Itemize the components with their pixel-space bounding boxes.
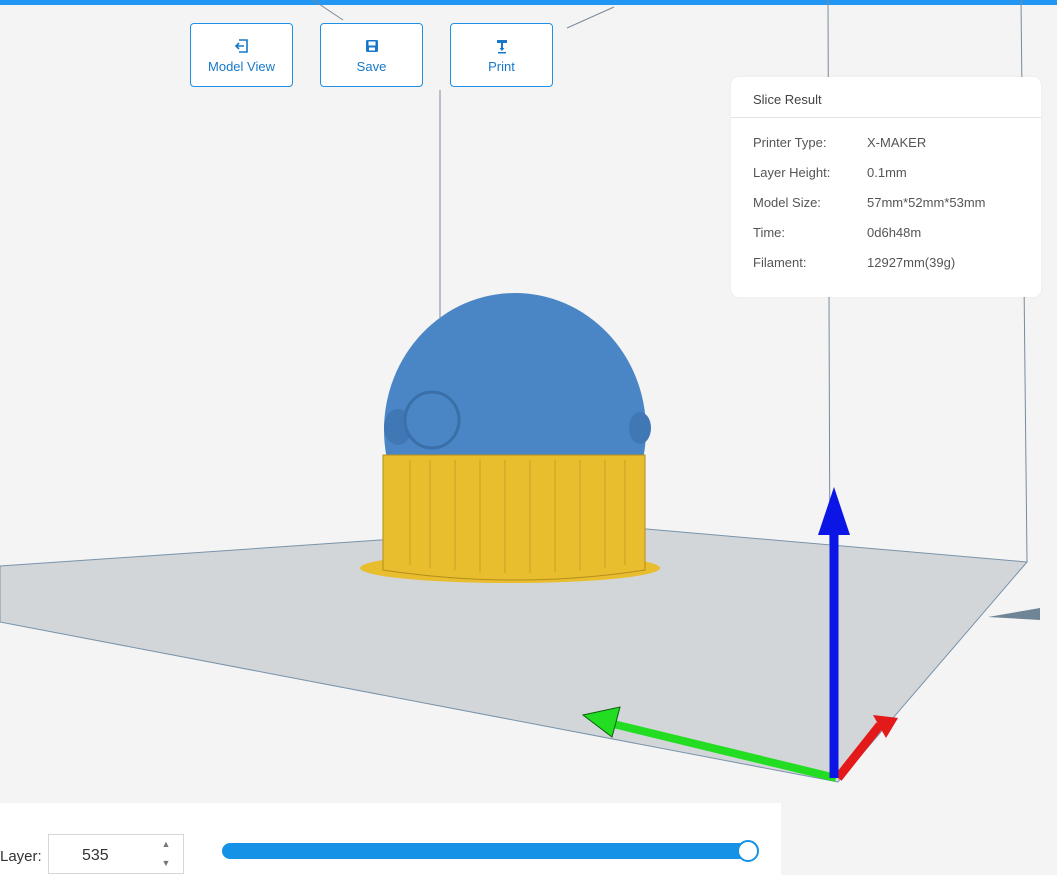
slice-row-label: Layer Height:: [753, 165, 831, 180]
slice-result-title: Slice Result: [753, 92, 822, 107]
slice-row-label: Time:: [753, 225, 786, 240]
chevron-down-icon: ▼: [161, 858, 171, 868]
layer-value[interactable]: 535: [82, 847, 109, 865]
chevron-up-icon: ▲: [161, 839, 171, 849]
layer-slider-track[interactable]: [222, 840, 759, 862]
layer-number-input[interactable]: 535 ▲ ▼: [48, 834, 184, 874]
slice-row-label: Filament:: [753, 255, 807, 270]
slice-result-divider: [731, 117, 1041, 118]
print-button[interactable]: Print: [450, 23, 553, 87]
print-icon: [496, 39, 507, 53]
model-view-label: Model View: [208, 58, 275, 74]
save-label: Save: [356, 58, 387, 74]
model-view-button[interactable]: Model View: [190, 23, 293, 87]
layer-increment-button[interactable]: ▲: [149, 835, 183, 853]
slice-row-value: 57mm*52mm*53mm: [867, 195, 986, 210]
slice-row-label: Model Size:: [753, 195, 821, 210]
save-icon: [365, 39, 378, 52]
model-view-icon: [234, 38, 248, 53]
slice-row-label: Printer Type:: [753, 135, 827, 150]
slice-row-value: 0d6h48m: [867, 225, 922, 240]
sliced-model: [360, 293, 660, 583]
slice-row-value: 0.1mm: [867, 165, 907, 180]
slice-result-panel: Slice Result Printer Type: X-MAKER Layer…: [731, 77, 1041, 297]
slice-row-value: X-MAKER: [867, 135, 927, 150]
save-button[interactable]: Save: [320, 23, 423, 87]
slice-row-value: 12927mm(39g): [867, 255, 956, 270]
layer-label: Layer:: [0, 848, 42, 865]
layer-slider-handle[interactable]: [737, 840, 759, 862]
print-label: Print: [488, 58, 515, 74]
layer-decrement-button[interactable]: ▼: [149, 854, 183, 872]
plate-side-marker: [988, 608, 1040, 620]
